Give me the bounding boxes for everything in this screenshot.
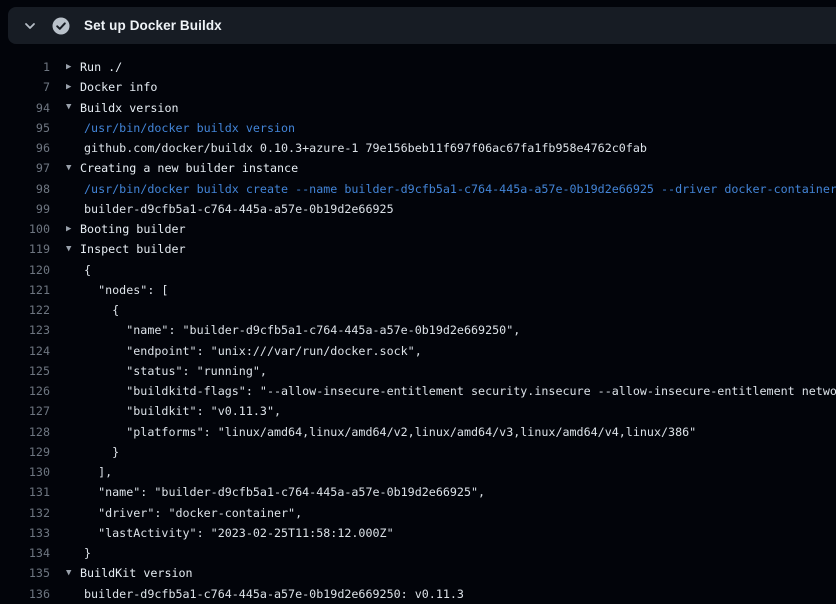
line-number[interactable]: 97: [0, 161, 50, 175]
log-line: 120 {: [0, 260, 836, 280]
line-number[interactable]: 133: [0, 526, 50, 540]
line-number[interactable]: 96: [0, 141, 50, 155]
line-number[interactable]: 132: [0, 506, 50, 520]
output-text: builder-d9cfb5a1-c764-445a-a57e-0b19d2e6…: [84, 587, 464, 601]
log-line: 124 "endpoint": "unix:///var/run/docker.…: [0, 341, 836, 361]
log-line: 96 github.com/docker/buildx 0.10.3+azure-…: [0, 138, 836, 158]
log-line: 133 "lastActivity": "2023-02-25T11:58:12…: [0, 523, 836, 543]
group-title: Booting builder: [80, 222, 186, 236]
log-line: 130 ],: [0, 462, 836, 482]
line-number[interactable]: 130: [0, 465, 50, 479]
output-text: "buildkit": "v0.11.3",: [84, 404, 281, 418]
log-line: 121 "nodes": [: [0, 280, 836, 300]
line-number[interactable]: 135: [0, 566, 50, 580]
line-number[interactable]: 99: [0, 202, 50, 216]
line-number[interactable]: 100: [0, 222, 50, 236]
line-number[interactable]: 98: [0, 182, 50, 196]
output-text: {: [84, 303, 119, 317]
log-line: 132 "driver": "docker-container",: [0, 503, 836, 523]
output-text: "driver": "docker-container",: [84, 506, 302, 520]
log-line: 126 "buildkitd-flags": "--allow-insecure…: [0, 381, 836, 401]
group-expanded-arrow-icon[interactable]: ▼: [66, 164, 78, 173]
log-line: 95/usr/bin/docker buildx version: [0, 118, 836, 138]
line-number[interactable]: 128: [0, 425, 50, 439]
group-title: Buildx version: [80, 101, 179, 115]
output-text: "platforms": "linux/amd64,linux/amd64/v2…: [84, 425, 696, 439]
output-text: "nodes": [: [84, 283, 168, 297]
line-number[interactable]: 120: [0, 263, 50, 277]
log-group-row[interactable]: 135 ▼BuildKit version: [0, 563, 836, 583]
output-text: "status": "running",: [84, 364, 267, 378]
line-number[interactable]: 121: [0, 283, 50, 297]
output-text: }: [84, 546, 91, 560]
line-number[interactable]: 125: [0, 364, 50, 378]
line-number[interactable]: 119: [0, 242, 50, 256]
line-number[interactable]: 136: [0, 587, 50, 601]
log-line: 136 builder-d9cfb5a1-c764-445a-a57e-0b19d…: [0, 584, 836, 604]
step-title: Set up Docker Buildx: [84, 18, 222, 33]
log-line: 131 "name": "builder-d9cfb5a1-c764-445a-…: [0, 482, 836, 502]
log-line: 125 "status": "running",: [0, 361, 836, 381]
group-title: BuildKit version: [80, 566, 193, 580]
output-text: builder-d9cfb5a1-c764-445a-a57e-0b19d2e6…: [84, 202, 394, 216]
command-text: /usr/bin/docker buildx create --name bui…: [84, 182, 836, 196]
log-group-row[interactable]: 7 ▶Docker info: [0, 77, 836, 97]
line-number[interactable]: 95: [0, 121, 50, 135]
line-number[interactable]: 131: [0, 485, 50, 499]
log-line: 129 }: [0, 442, 836, 462]
output-text: "lastActivity": "2023-02-25T11:58:12.000…: [84, 526, 394, 540]
step-success-check-circle-icon: [52, 17, 70, 35]
chevron-down-icon: [24, 20, 36, 32]
log-group-row[interactable]: 1 ▶Run ./: [0, 57, 836, 77]
line-number[interactable]: 134: [0, 546, 50, 560]
line-number[interactable]: 123: [0, 323, 50, 337]
line-number[interactable]: 94: [0, 101, 50, 115]
output-text: "endpoint": "unix:///var/run/docker.sock…: [84, 344, 422, 358]
line-number[interactable]: 124: [0, 344, 50, 358]
log-line: 127 "buildkit": "v0.11.3",: [0, 401, 836, 421]
group-title: Run ./: [80, 60, 122, 74]
step-header[interactable]: Set up Docker Buildx: [8, 7, 836, 44]
collapse-step-button[interactable]: [20, 16, 40, 36]
output-text: ],: [84, 465, 112, 479]
line-number[interactable]: 126: [0, 384, 50, 398]
log-group-row[interactable]: 94 ▼Buildx version: [0, 98, 836, 118]
log-line: 134}: [0, 543, 836, 563]
line-number[interactable]: 7: [0, 80, 50, 94]
line-number[interactable]: 122: [0, 303, 50, 317]
group-title: Inspect builder: [80, 242, 186, 256]
group-collapsed-arrow-icon[interactable]: ▶: [66, 83, 78, 92]
group-title: Docker info: [80, 80, 157, 94]
line-number[interactable]: 127: [0, 404, 50, 418]
output-text: github.com/docker/buildx 0.10.3+azure-1 …: [84, 141, 647, 155]
group-expanded-arrow-icon[interactable]: ▼: [66, 569, 78, 578]
log-line: 99 builder-d9cfb5a1-c764-445a-a57e-0b19d2…: [0, 199, 836, 219]
line-number[interactable]: 1: [0, 60, 50, 74]
group-title: Creating a new builder instance: [80, 161, 298, 175]
log-group-row[interactable]: 119 ▼Inspect builder: [0, 239, 836, 259]
log-line: 98/usr/bin/docker buildx create --name b…: [0, 179, 836, 199]
log-line: 128 "platforms": "linux/amd64,linux/amd6…: [0, 422, 836, 442]
log-line: 123 "name": "builder-d9cfb5a1-c764-445a-…: [0, 320, 836, 340]
output-text: }: [84, 445, 119, 459]
output-text: "name": "builder-d9cfb5a1-c764-445a-a57e…: [84, 485, 485, 499]
group-collapsed-arrow-icon[interactable]: ▶: [66, 225, 78, 234]
log-view[interactable]: 1▶Run ./7▶Docker info94▼Buildx version95…: [0, 44, 836, 604]
group-collapsed-arrow-icon[interactable]: ▶: [66, 63, 78, 72]
log-line: 122 {: [0, 300, 836, 320]
output-text: {: [84, 263, 91, 277]
group-expanded-arrow-icon[interactable]: ▼: [66, 245, 78, 254]
log-group-row[interactable]: 97 ▼Creating a new builder instance: [0, 158, 836, 178]
group-expanded-arrow-icon[interactable]: ▼: [66, 103, 78, 112]
output-text: "buildkitd-flags": "--allow-insecure-ent…: [84, 384, 836, 398]
line-number[interactable]: 129: [0, 445, 50, 459]
command-text: /usr/bin/docker buildx version: [84, 121, 295, 135]
output-text: "name": "builder-d9cfb5a1-c764-445a-a57e…: [84, 323, 520, 337]
log-group-row[interactable]: 100 ▶Booting builder: [0, 219, 836, 239]
